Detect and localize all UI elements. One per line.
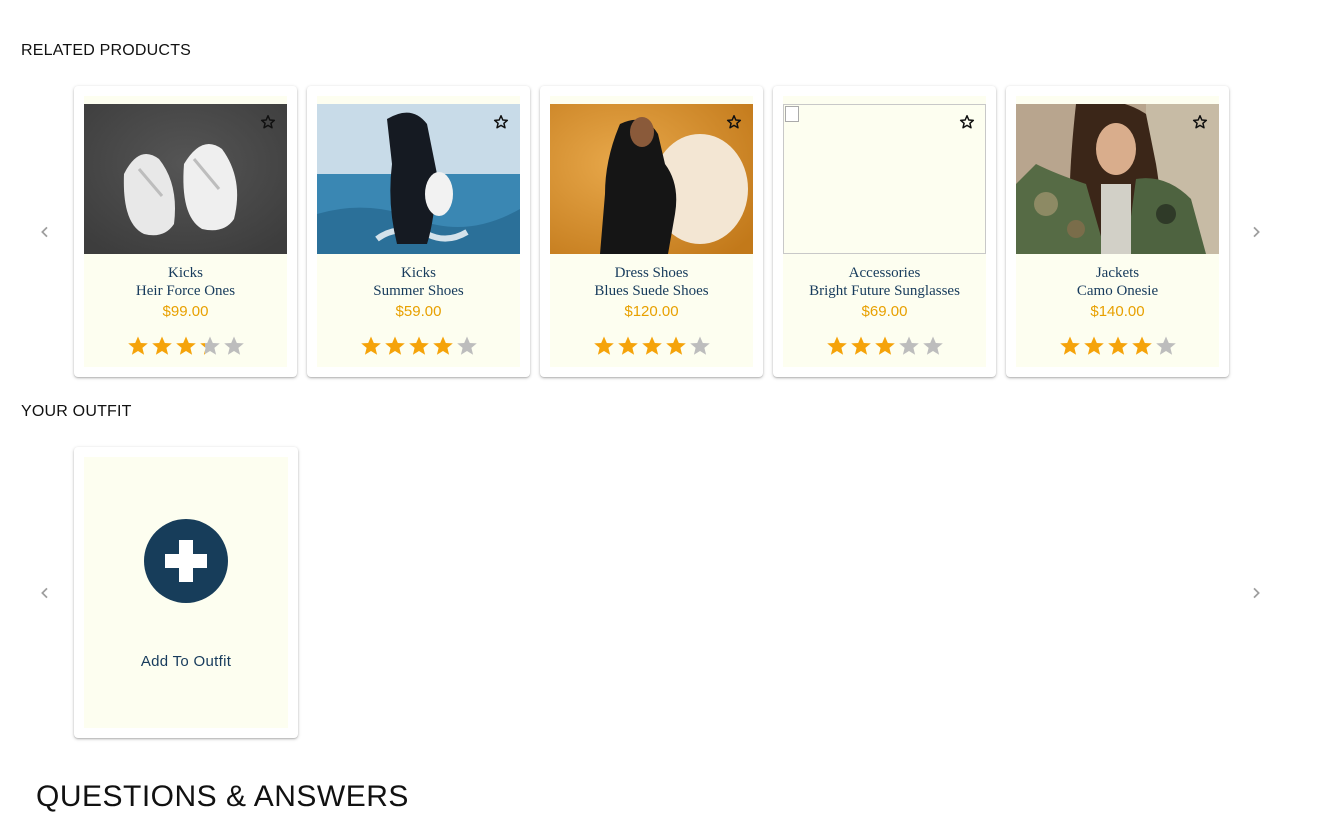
rating-star-icon <box>199 336 220 355</box>
product-rating <box>84 334 287 358</box>
rating-star-icon <box>617 336 638 355</box>
product-card-body: Accessories Bright Future Sunglasses $69.0… <box>783 96 986 367</box>
add-to-outfit-label[interactable]: Add To Outfit <box>84 653 288 670</box>
rating-star-icon <box>1059 336 1080 355</box>
rating-star-icon <box>641 336 662 355</box>
add-to-outfit-button[interactable] <box>144 519 228 603</box>
favorite-button[interactable] <box>483 104 519 140</box>
product-name[interactable]: Bright Future Sunglasses <box>783 282 986 300</box>
product-price: $99.00 <box>162 303 209 320</box>
product-rating <box>1016 334 1219 358</box>
rating-star-icon <box>850 336 871 355</box>
product-card[interactable]: Kicks Summer Shoes $59.00 <box>307 86 530 377</box>
chevron-right-icon <box>1253 226 1260 238</box>
chevron-left-icon <box>41 587 48 599</box>
rating-star-icon <box>408 336 429 355</box>
product-category: Accessories <box>848 265 921 281</box>
rating-star-icon <box>151 336 172 355</box>
star-outline-icon <box>493 115 509 129</box>
product-card-body: Kicks Heir Force Ones $99.00 <box>84 96 287 367</box>
rating-star-icon <box>384 336 405 355</box>
chevron-right-icon <box>1253 587 1260 599</box>
favorite-button[interactable] <box>716 104 752 140</box>
product-category: Kicks <box>401 265 436 281</box>
star-outline-icon <box>260 115 276 129</box>
product-card[interactable]: Kicks Heir Force Ones $99.00 <box>74 86 297 377</box>
related-products-title: RELATED PRODUCTS <box>21 42 192 59</box>
rating-star-icon <box>922 336 943 355</box>
product-name[interactable]: Blues Suede Shoes <box>550 282 753 300</box>
product-category: Kicks <box>168 265 203 281</box>
product-price: $140.00 <box>1090 303 1145 320</box>
rating-star-icon <box>826 336 847 355</box>
product-name[interactable]: Heir Force Ones <box>84 282 287 300</box>
rating-star-icon <box>360 336 381 355</box>
product-card-body: Kicks Summer Shoes $59.00 <box>317 96 520 367</box>
star-outline-icon <box>726 115 742 129</box>
rating-star-icon <box>432 336 453 355</box>
star-outline-icon <box>959 115 975 129</box>
rating-star-icon <box>456 336 477 355</box>
star-outline-icon <box>1192 115 1208 129</box>
product-info: Dress Shoes Blues Suede Shoes $120.00 <box>550 264 753 358</box>
carousel-prev-button[interactable] <box>33 581 57 605</box>
product-info: Kicks Heir Force Ones $99.00 <box>84 264 287 358</box>
product-name[interactable]: Camo Onesie <box>1016 282 1219 300</box>
broken-image-icon <box>785 106 799 122</box>
rating-star-icon <box>898 336 919 355</box>
carousel-prev-button[interactable] <box>33 220 57 244</box>
product-card[interactable]: Dress Shoes Blues Suede Shoes $120.00 <box>540 86 763 377</box>
carousel-next-button[interactable] <box>1244 581 1268 605</box>
add-to-outfit-card[interactable]: Add To Outfit <box>74 447 298 738</box>
related-products-carousel: Kicks Heir Force Ones $99.00 Kicks Summer Sh… <box>0 86 1326 378</box>
rating-star-icon <box>1131 336 1152 355</box>
product-card[interactable]: Jackets Camo Onesie $140.00 <box>1006 86 1229 377</box>
product-price: $120.00 <box>624 303 679 320</box>
carousel-next-button[interactable] <box>1244 220 1268 244</box>
product-rating <box>550 334 753 358</box>
rating-star-icon <box>223 336 244 355</box>
product-category: Jackets <box>1095 265 1140 281</box>
product-info: Accessories Bright Future Sunglasses $69.0… <box>783 264 986 358</box>
product-card-body: Jackets Camo Onesie $140.00 <box>1016 96 1219 367</box>
rating-star-icon <box>593 336 614 355</box>
questions-answers-title: QUESTIONS & ANSWERS <box>36 780 409 813</box>
favorite-button[interactable] <box>949 104 985 140</box>
rating-star-icon <box>127 336 148 355</box>
chevron-left-icon <box>41 226 48 238</box>
outfit-carousel: Add To Outfit <box>0 447 1326 739</box>
rating-star-icon <box>1155 336 1176 355</box>
product-card[interactable]: Accessories Bright Future Sunglasses $69.0… <box>773 86 996 377</box>
product-price: $69.00 <box>861 303 908 320</box>
favorite-button[interactable] <box>1182 104 1218 140</box>
plus-circle-icon <box>165 540 207 582</box>
your-outfit-title: YOUR OUTFIT <box>21 403 132 420</box>
rating-star-icon <box>175 336 196 355</box>
rating-star-icon <box>1083 336 1104 355</box>
product-info: Jackets Camo Onesie $140.00 <box>1016 264 1219 358</box>
product-category: Dress Shoes <box>614 265 689 281</box>
rating-star-icon <box>665 336 686 355</box>
rating-star-icon <box>1107 336 1128 355</box>
rating-star-icon <box>874 336 895 355</box>
product-rating <box>783 334 986 358</box>
rating-star-icon <box>689 336 710 355</box>
product-card-body: Dress Shoes Blues Suede Shoes $120.00 <box>550 96 753 367</box>
add-to-outfit-card-body: Add To Outfit <box>84 457 288 728</box>
product-price: $59.00 <box>395 303 442 320</box>
product-info: Kicks Summer Shoes $59.00 <box>317 264 520 358</box>
product-name[interactable]: Summer Shoes <box>317 282 520 300</box>
favorite-button[interactable] <box>250 104 286 140</box>
product-rating <box>317 334 520 358</box>
